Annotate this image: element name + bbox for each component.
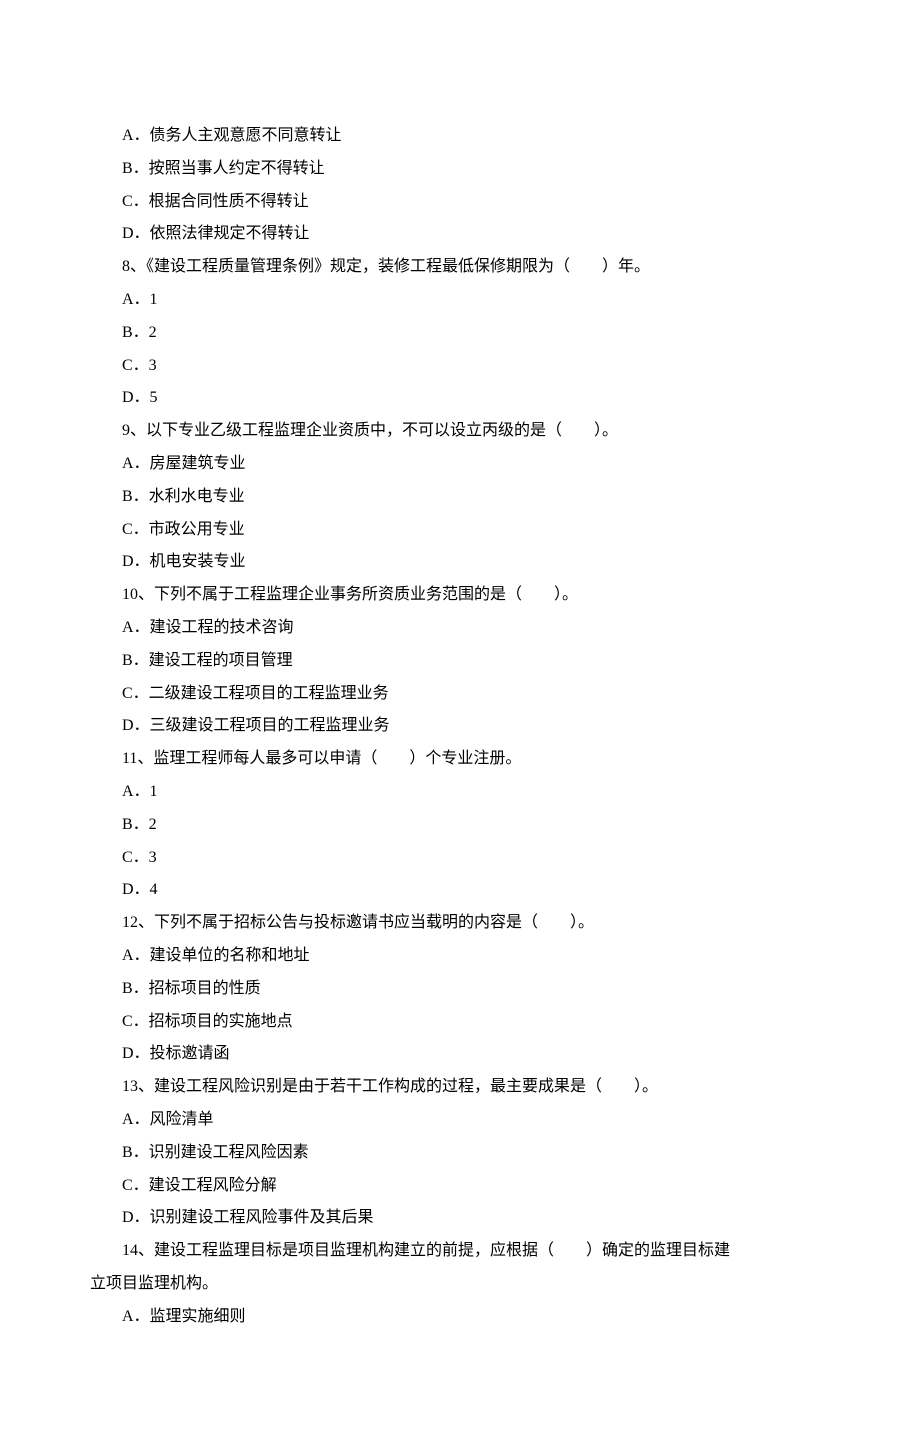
option-10b: B．建设工程的项目管理 [90,645,830,678]
option-7b: B．按照当事人约定不得转让 [90,153,830,186]
option-13c: C．建设工程风险分解 [90,1170,830,1203]
option-9a: A．房屋建筑专业 [90,448,830,481]
question-10: 10、下列不属于工程监理企业事务所资质业务范围的是（ ）。 [90,579,830,612]
option-13a: A．风险清单 [90,1104,830,1137]
option-9c: C．市政公用专业 [90,514,830,547]
option-12a: A．建设单位的名称和地址 [90,940,830,973]
option-11d: D．4 [90,874,830,907]
option-9b: B．水利水电专业 [90,481,830,514]
question-14-line1: 14、建设工程监理目标是项目监理机构建立的前提，应根据（ ）确定的监理目标建 [90,1235,830,1268]
option-7c: C．根据合同性质不得转让 [90,186,830,219]
question-14-line2: 立项目监理机构。 [90,1268,830,1301]
option-12b: B．招标项目的性质 [90,973,830,1006]
option-10a: A．建设工程的技术咨询 [90,612,830,645]
option-8b: B．2 [90,317,830,350]
question-8: 8、《建设工程质量管理条例》规定，装修工程最低保修期限为（ ）年。 [90,251,830,284]
option-8a: A．1 [90,284,830,317]
question-12: 12、下列不属于招标公告与投标邀请书应当载明的内容是（ ）。 [90,907,830,940]
option-12c: C．招标项目的实施地点 [90,1006,830,1039]
option-7d: D．依照法律规定不得转让 [90,218,830,251]
option-10d: D．三级建设工程项目的工程监理业务 [90,710,830,743]
option-7a: A．债务人主观意愿不同意转让 [90,120,830,153]
option-11c: C．3 [90,842,830,875]
option-14a: A．监理实施细则 [90,1301,830,1334]
option-10c: C．二级建设工程项目的工程监理业务 [90,678,830,711]
option-9d: D．机电安装专业 [90,546,830,579]
option-13b: B．识别建设工程风险因素 [90,1137,830,1170]
question-13: 13、建设工程风险识别是由于若干工作构成的过程，最主要成果是（ ）。 [90,1071,830,1104]
document-page: A．债务人主观意愿不同意转让 B．按照当事人约定不得转让 C．根据合同性质不得转… [0,0,920,1433]
option-11a: A．1 [90,776,830,809]
option-13d: D．识别建设工程风险事件及其后果 [90,1202,830,1235]
option-8c: C．3 [90,350,830,383]
question-11: 11、监理工程师每人最多可以申请（ ）个专业注册。 [90,743,830,776]
option-11b: B．2 [90,809,830,842]
option-8d: D．5 [90,382,830,415]
option-12d: D．投标邀请函 [90,1038,830,1071]
question-9: 9、以下专业乙级工程监理企业资质中，不可以设立丙级的是（ ）。 [90,415,830,448]
